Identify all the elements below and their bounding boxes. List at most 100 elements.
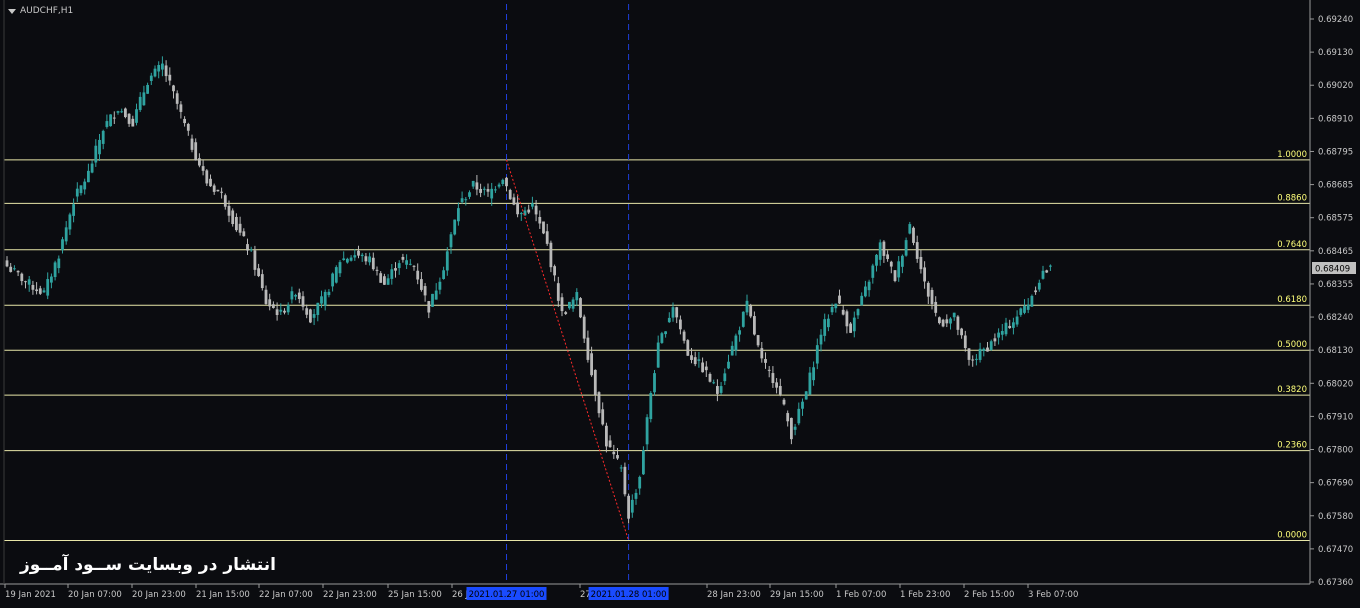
candle-body	[35, 289, 38, 292]
candle-body	[220, 191, 223, 193]
candle-body	[571, 299, 575, 309]
candle-body	[175, 93, 179, 104]
time-tick-label: 25 Jan 15:00	[388, 590, 442, 600]
candle-body	[349, 257, 353, 261]
candle-body	[945, 319, 949, 324]
candle-body	[238, 223, 242, 233]
candle-body	[660, 333, 664, 343]
candle-body	[397, 263, 401, 269]
candle-body	[42, 290, 46, 293]
candlestick-chart[interactable]: 1.0000 0.8860 0.7640 0.6180 0.5000 0.3820 0.23…	[0, 0, 1360, 604]
candle-body	[1037, 282, 1041, 290]
time-tick-label: 22 Jan 07:00	[259, 590, 313, 600]
candle-body	[64, 227, 68, 242]
symbol-timeframe-label[interactable]: AUDCHF,H1	[8, 6, 73, 16]
dropdown-triangle-icon[interactable]	[8, 8, 16, 14]
candle-body	[438, 281, 442, 290]
time-tick-label: 1 Feb 23:00	[900, 590, 950, 600]
candle-body	[645, 417, 649, 445]
candle-body	[827, 318, 830, 328]
candle-body	[671, 307, 675, 318]
price-tick-label: 0.68910	[1318, 114, 1353, 124]
time-tick-label: 22 Jan 23:00	[323, 590, 377, 600]
candle-body	[83, 181, 87, 190]
time-tick-label: 28 Jan 23:00	[707, 590, 761, 600]
candle-body	[912, 227, 915, 243]
candle-body	[967, 348, 971, 360]
candle-body	[1000, 331, 1004, 335]
candle-body	[834, 303, 838, 309]
candle-body	[157, 65, 161, 72]
candle-body	[923, 267, 926, 282]
candle-body	[190, 138, 194, 150]
price-tick-label: 0.68240	[1318, 313, 1353, 323]
candle-body	[1034, 290, 1037, 293]
candle-body	[612, 451, 616, 455]
candle-body	[494, 189, 497, 191]
price-tick-label: 0.69240	[1318, 15, 1353, 25]
candle-body	[690, 355, 693, 360]
candle-body	[734, 335, 738, 351]
candle-body	[653, 373, 656, 393]
candle-body	[186, 123, 190, 131]
candle-body	[1019, 308, 1023, 315]
candle-body	[149, 75, 153, 81]
candle-body	[938, 317, 941, 324]
candle-body	[460, 198, 464, 203]
candle-body	[309, 309, 312, 323]
candle-body	[845, 311, 849, 327]
candle-body	[516, 202, 519, 215]
candle-body	[756, 335, 760, 346]
candle-body	[31, 284, 35, 290]
candle-body	[312, 314, 316, 318]
candle-body	[601, 409, 605, 425]
candle-body	[331, 273, 334, 287]
candle-body	[479, 188, 482, 193]
candle-body	[249, 249, 253, 251]
candle-body	[823, 319, 827, 336]
candle-body	[926, 282, 930, 297]
candle-body	[68, 214, 72, 230]
candle-body	[675, 307, 679, 318]
candle-body	[997, 332, 1000, 338]
candle-body	[864, 286, 867, 297]
candle-body	[38, 288, 42, 294]
candle-body	[771, 373, 775, 384]
candle-body	[453, 219, 457, 235]
candle-body	[20, 273, 24, 282]
candle-body	[960, 328, 963, 336]
time-tick-label: 20 Jan 23:00	[132, 590, 186, 600]
candle-body	[627, 495, 630, 519]
candle-body	[616, 455, 619, 459]
candle-body	[468, 192, 471, 197]
candle-body	[183, 118, 186, 124]
chart-canvas[interactable]: 1.0000 0.8860 0.7640 0.6180 0.5000 0.3820 0.23…	[0, 0, 1360, 604]
candle-body	[401, 256, 405, 260]
candle-body	[701, 362, 704, 373]
candle-body	[427, 301, 431, 313]
candle-body	[253, 250, 257, 270]
candle-body	[682, 331, 686, 341]
candle-body	[353, 255, 357, 258]
candle-body	[1026, 304, 1030, 310]
candle-body	[782, 399, 786, 405]
candle-body	[852, 317, 856, 332]
time-tick-label: 19 Jan 2021	[5, 590, 56, 600]
candle-body	[538, 216, 542, 224]
candle-body	[719, 386, 723, 393]
candle-body	[767, 369, 771, 371]
candle-body	[830, 306, 834, 313]
candle-body	[264, 289, 268, 304]
candle-body	[320, 296, 323, 304]
candle-body	[216, 189, 220, 192]
fib-level-label: 0.6180	[1277, 295, 1307, 305]
candle-body	[57, 258, 61, 269]
candle-body	[283, 310, 286, 313]
candle-body	[223, 195, 227, 207]
candle-body	[268, 299, 272, 307]
candle-body	[201, 166, 205, 171]
price-tick-label: 0.67910	[1318, 412, 1353, 422]
candle-body	[919, 256, 923, 270]
candle-body	[508, 189, 512, 200]
candle-body	[712, 382, 716, 384]
